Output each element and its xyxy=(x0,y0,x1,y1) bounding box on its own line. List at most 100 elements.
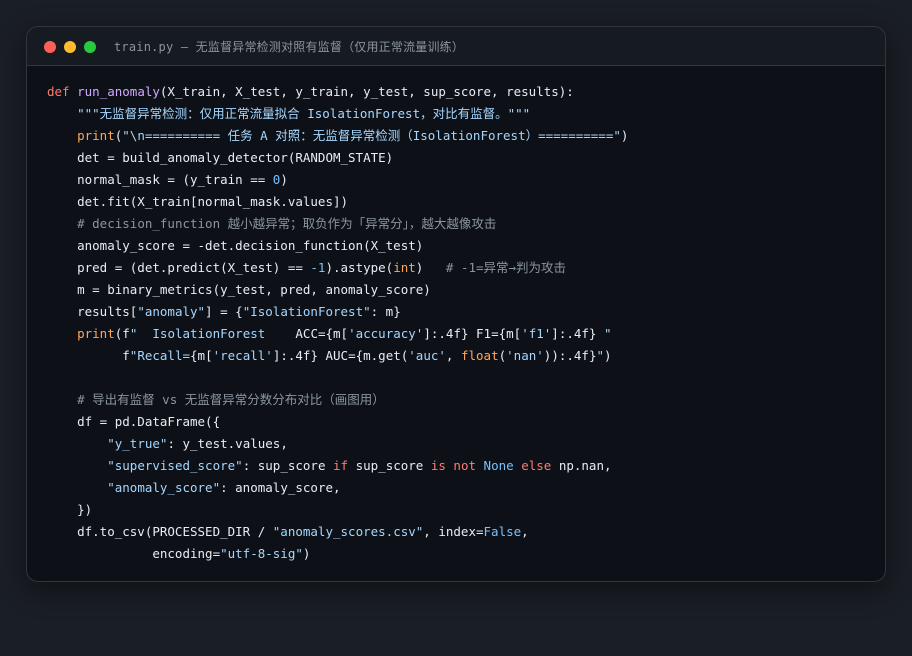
code-line: "supervised_score": sup_score if sup_sco… xyxy=(47,455,875,477)
code-block[interactable]: def run_anomaly(X_train, X_test, y_train… xyxy=(47,81,875,565)
code-token: "anomaly_scores.csv" xyxy=(272,524,424,539)
code-token: 'f1' xyxy=(521,326,552,341)
code-token: ) xyxy=(302,546,311,561)
code-line: df = pd.DataFrame({ xyxy=(47,411,875,433)
code-token: , xyxy=(445,348,461,363)
code-line: "y_true": y_test.values, xyxy=(47,433,875,455)
code-token: "IsolationForest" xyxy=(242,304,371,319)
minimize-button[interactable] xyxy=(64,41,76,53)
code-token: if xyxy=(333,458,349,473)
code-token: 'accuracy' xyxy=(348,326,424,341)
code-token: "utf-8-sig" xyxy=(220,546,303,561)
code-token: ]:.4f} F1={m[ xyxy=(423,326,522,341)
code-token: " xyxy=(596,348,605,363)
code-token: "supervised_score" xyxy=(107,458,243,473)
code-line: anomaly_score = -det.decision_function(X… xyxy=(47,235,875,257)
code-token: else xyxy=(521,458,552,473)
code-token: f xyxy=(47,348,130,363)
code-token: ) xyxy=(620,128,629,143)
close-button[interactable] xyxy=(44,41,56,53)
code-token: ]:.4f} AUC={m.get( xyxy=(272,348,409,363)
code-line: results["anomaly"] = {"IsolationForest":… xyxy=(47,301,875,323)
code-token: det.fit(X_train[normal_mask.values]) xyxy=(47,194,349,209)
code-token: : y_test.values, xyxy=(167,436,288,451)
code-token: "anomaly" xyxy=(137,304,206,319)
code-line: m = binary_metrics(y_test, pred, anomaly… xyxy=(47,279,875,301)
code-token: normal_mask = (y_train == xyxy=(47,172,273,187)
code-line: f"Recall={m['recall']:.4f} AUC={m.get('a… xyxy=(47,345,875,367)
code-token: ) xyxy=(415,260,446,275)
code-token: print xyxy=(77,326,115,341)
code-token: " IsolationForest xyxy=(129,326,296,341)
code-token: ) xyxy=(280,172,288,187)
code-token: -1 xyxy=(310,260,326,275)
code-token: int xyxy=(393,260,416,275)
code-line: det = build_anomaly_detector(RANDOM_STAT… xyxy=(47,147,875,169)
code-token: {m[ xyxy=(190,348,213,363)
code-token: False xyxy=(483,524,522,539)
code-line: # decision_function 越小越异常；取负作为「异常分」，越大越像… xyxy=(47,213,875,235)
code-token: det = build_anomaly_detector(RANDOM_STAT… xyxy=(47,150,394,165)
zoom-button[interactable] xyxy=(84,41,96,53)
code-token: "y_true" xyxy=(107,436,168,451)
code-line: print("\n========== 任务 A 对照：无监督异常检测（Isol… xyxy=(47,125,875,147)
code-token: (f xyxy=(114,326,130,341)
code-token: }) xyxy=(47,502,93,517)
code-token: run_anomaly xyxy=(77,84,160,99)
code-token: ACC={m[ xyxy=(295,326,349,341)
code-token: ]:.4f} xyxy=(551,326,604,341)
code-token: anomaly_score = -det.decision_function(X… xyxy=(47,238,424,253)
code-token: float xyxy=(460,348,499,363)
code-token: df.to_csv(PROCESSED_DIR / xyxy=(47,524,273,539)
editor-window: train.py — 无监督异常检测对照有监督（仅用正常流量训练） def ru… xyxy=(26,26,886,582)
code-line: print(f" IsolationForest ACC={m['accurac… xyxy=(47,323,875,345)
code-token: )):.4f} xyxy=(543,348,597,363)
code-token: print xyxy=(77,128,115,143)
code-line: pred = (det.predict(X_test) == -1).astyp… xyxy=(47,257,875,279)
code-line: def run_anomaly(X_train, X_test, y_train… xyxy=(47,81,875,103)
code-token: ) xyxy=(604,348,612,363)
code-token: "anomaly_score" xyxy=(107,480,221,495)
code-token: np.nan, xyxy=(551,458,612,473)
code-token: ] = { xyxy=(205,304,243,319)
code-token: df = pd.DataFrame({ xyxy=(47,414,221,429)
code-token: "\n========== 任务 A 对照：无监督异常检测（IsolationF… xyxy=(122,128,621,143)
code-token: sup_score xyxy=(348,458,431,473)
code-token: encoding= xyxy=(47,546,221,561)
code-token: "Recall= xyxy=(129,348,191,363)
code-token: # 导出有监督 vs 无监督异常分数分布对比（画图用） xyxy=(77,392,385,407)
code-token: , index= xyxy=(423,524,484,539)
code-token: 'recall' xyxy=(212,348,273,363)
code-line: "anomaly_score": anomaly_score, xyxy=(47,477,875,499)
code-line: encoding="utf-8-sig") xyxy=(47,543,875,565)
code-token: 'auc' xyxy=(408,348,446,363)
code-line: det.fit(X_train[normal_mask.values]) xyxy=(47,191,875,213)
code-token: (X_train, X_test, y_train, y_test, sup_s… xyxy=(159,84,574,99)
code-token: 'nan' xyxy=(506,348,544,363)
code-line: # 导出有监督 vs 无监督异常分数分布对比（画图用） xyxy=(47,389,875,411)
code-token: ).astype( xyxy=(325,260,394,275)
code-token: : sup_score xyxy=(242,458,333,473)
code-token: " xyxy=(603,326,612,341)
code-token: # -1=异常→判为攻击 xyxy=(445,260,567,275)
code-line: normal_mask = (y_train == 0) xyxy=(47,169,875,191)
code-token: None xyxy=(483,458,514,473)
code-token: def xyxy=(47,84,78,99)
code-token: is not xyxy=(430,458,477,473)
code-token: m = binary_metrics(y_test, pred, anomaly… xyxy=(47,282,431,297)
code-token: # decision_function 越小越异常；取负作为「异常分」，越大越像… xyxy=(77,216,497,231)
code-token: pred = (det.predict(X_test) == xyxy=(47,260,311,275)
code-line: """无监督异常检测：仅用正常流量拟合 IsolationForest，对比有监… xyxy=(47,103,875,125)
title-bar: train.py — 无监督异常检测对照有监督（仅用正常流量训练） xyxy=(27,27,885,66)
code-token: : m} xyxy=(370,304,401,319)
code-line: df.to_csv(PROCESSED_DIR / "anomaly_score… xyxy=(47,521,875,543)
